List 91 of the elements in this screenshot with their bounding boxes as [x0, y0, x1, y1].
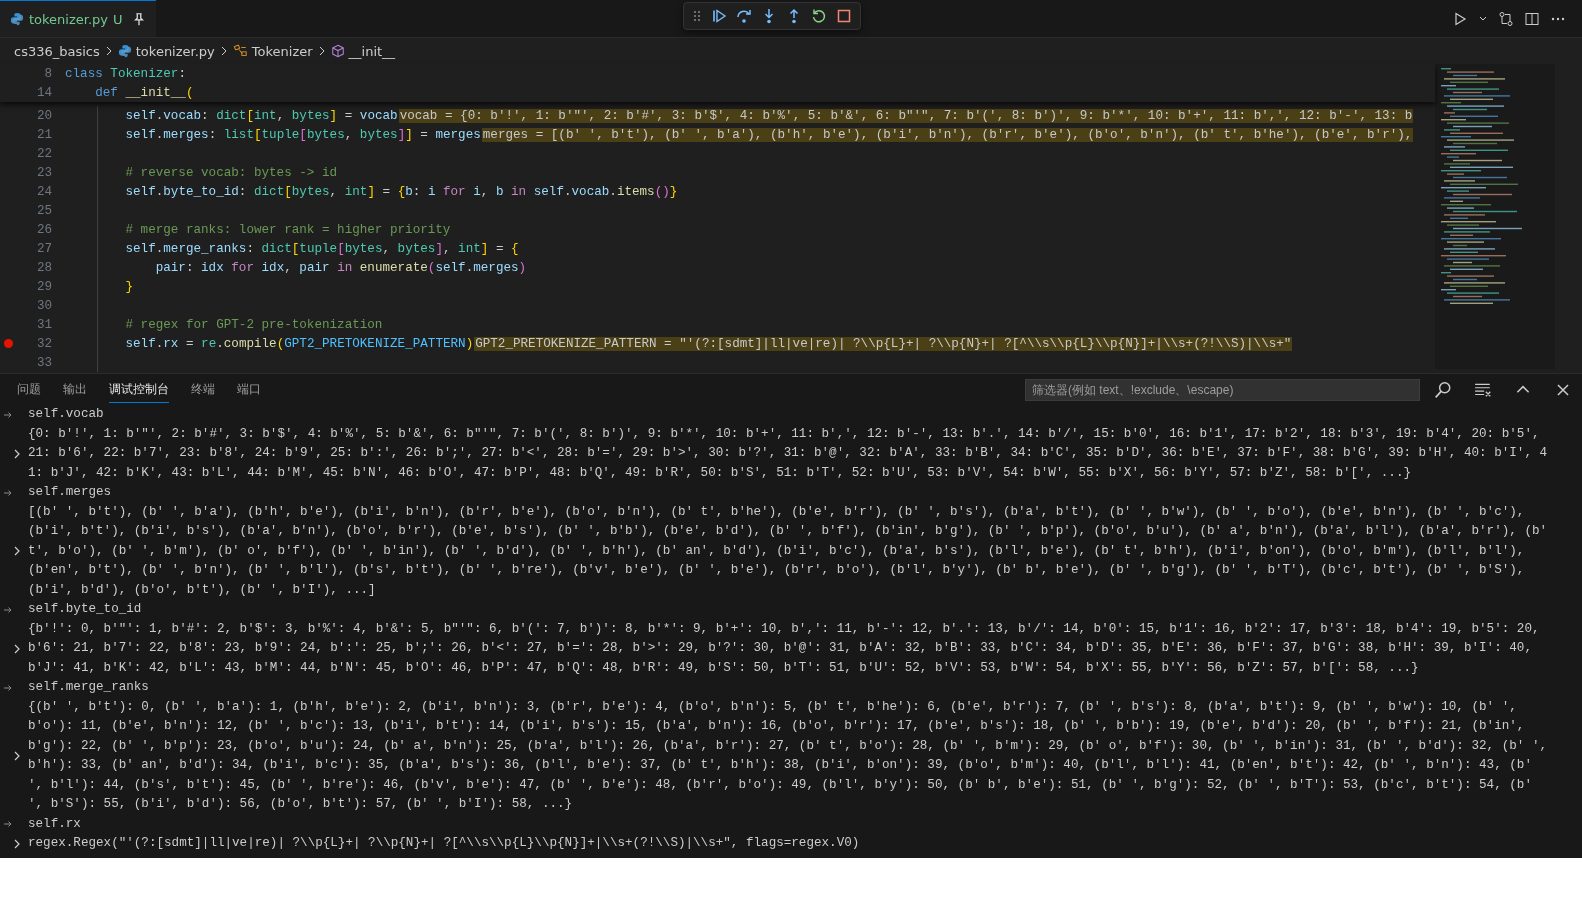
stop-icon[interactable] — [836, 8, 852, 24]
line-number: 29 — [36, 279, 52, 294]
console-output-line: t', b'o'), (b' ', b'm'), (b' o', b'f'), (b' ', b'in'), (b' ', b'd'), (b' ', b'h'), (b' an', b'd'), (b'i', b'c'), (b'a', b's'), (b'l', b'e'), (b' t', b'h'), (b'i', b'on'), (b'o', b'm'), (b'l', b'l'), — [28, 542, 1525, 560]
restart-icon[interactable] — [811, 8, 827, 24]
pin-icon[interactable] — [131, 12, 146, 26]
code-line: self.merges: list[tuple[bytes, bytes]] = merges — [124, 127, 481, 142]
step-over-icon[interactable] — [736, 8, 752, 24]
console-command-text: self.vocab — [28, 406, 104, 423]
chevron-right-icon[interactable] — [12, 837, 22, 850]
cube-icon — [330, 44, 345, 58]
console-output-line: 1: b'J', 42: b'K', 43: b'L', 44: b'M', 45: b'N', 46: b'O', 47: b'P', 48: b'Q', 49: b'R', 50: b'S', 51: b'T', 52: b'U', 53: b'V', 54: b'W', 55: b'X', 56: b'Y', 57: b'Z', 58: b'[', ...} — [28, 464, 1412, 482]
breadcrumb-item[interactable]: __init__ — [348, 43, 396, 59]
code-line: def __init__( — [94, 85, 194, 100]
console-output-line: ', b'l'): 44, (b's', b't'): 45, (b' ', b're'): 46, (b'v', b'e'): 47, (b' ', b'e'): 48, (b'r', b'o'): 49, (b'l', b'y'): 50, (b' b', b'e'): 51, (b' ', b'g'): 52, (b' ', b'T'): 53, (b'c', b't'): 54, (b' — [28, 776, 1532, 794]
breadcrumb-item[interactable]: tokenizer.py — [135, 43, 215, 59]
console-output-line: ', b'S'): 55, (b'i', b'd'): 56, (b'o', b't'): 57, (b' ', b'I'): 58, ...} — [28, 796, 573, 813]
inline-value: GPT2_PRETOKENIZE_PATTERN = "'(?:[sdmt]|ll|ve|re)| ?\\p{L}+| ?\\p{N}+| ?[^\\s\\p{L}\\p{N}]+|\\s+(?!\\S)|\\s+" — [474, 336, 1293, 351]
line-number: 25 — [36, 203, 52, 218]
console-output-line: [(b' ', b't'), (b' ', b'a'), (b'h', b'e'), (b'i', b'n'), (b'r', b'e'), (b'o', b'n'), (b' t', b'he'), (b'e', b'r'), (b' ', b's'), (b'a', b't'), (b' ', b'w'), (b' ', b'o'), (b'e', b'n'), (b' ', b'c'), — [28, 503, 1525, 521]
line-number: 14 — [36, 85, 52, 100]
python-file-icon — [10, 12, 24, 26]
panel-tab[interactable]: 调试控制台 — [109, 376, 169, 403]
console-command-text: self.merges — [28, 484, 112, 501]
console-output-line: 21: b'6', 22: b'7', 23: b'8', 24: b'9', 25: b':', 26: b';', 27: b'<', 28: b'=', 29: b'>', 30: b'?', 31: b'@', 32: b'A', 33: b'B', 34: b'C', 35: b'D', 36: b'E', 37: b'F', 38: b'G', 39: b'H', 40: b'I', 4 — [28, 445, 1548, 462]
console-output-line: b'o'): 11, (b'e', b'n'): 12, (b' ', b'c'): 13, (b'i', b't'): 14, (b'i', b's'): 15, (b'a', b'n'): 16, (b'o', b'r'): 17, (b'e', b's'): 18, (b' ', b'b'): 19, (b'e', b'd'): 20, (b' ', b'f'): 21, (b'in', — [28, 718, 1525, 735]
line-number: 33 — [36, 355, 52, 370]
input-arrow-icon — [3, 604, 13, 615]
inline-value: merges = [(b' ', b't'), (b' ', b'a'), (b'h', b'e'), (b'i', b'n'), (b'r', b'e'), (b'o', b'n'), (b' t', b'he'), (b'e', b'r'), — [481, 127, 1414, 142]
split-editor-icon[interactable] — [1524, 10, 1540, 27]
git-status: U — [113, 11, 123, 27]
input-arrow-icon — [3, 487, 13, 498]
console-output-line: regex.Regex("'(?:[sdmt]|ll|ve|re)| ?\\p{L}+| ?\\p{N}+| ?[^\\s\\p{L}\\p{N}]+|\\s+(?!\\S)|\\s+", flags=regex.V0) — [28, 835, 860, 852]
line-number: 26 — [36, 222, 52, 237]
line-number: 28 — [36, 260, 52, 275]
chevron-right-icon[interactable] — [12, 545, 22, 558]
line-number: 31 — [36, 317, 52, 332]
console-output-line: b'h'): 33, (b' an', b'd'): 34, (b'i', b'c'): 35, (b'a', b's'): 36, (b'l', b'e'): 37, (b' t', b'h'): 38, (b'i', b'on'): 39, (b'o', b'm'): 40, (b'l', b'l'): 41, (b'en', b't'): 42, (b' ', b'n'): 43, (b' — [28, 757, 1532, 774]
tab-label: tokenizer.py — [29, 11, 108, 27]
line-number: 30 — [36, 298, 52, 313]
panel-tab[interactable]: 输出 — [63, 376, 87, 403]
line-number: 23 — [36, 165, 52, 180]
panel-tab[interactable]: 终端 — [191, 376, 215, 403]
code-line: self.byte_to_id: dict[bytes, int] = {b: i for i, b in self.vocab.items()} — [124, 184, 678, 199]
chevron-right-icon[interactable] — [12, 642, 22, 655]
console-command-text: self.rx — [28, 815, 81, 833]
code-line: self.vocab: dict[int, bytes] = vocab — [124, 108, 398, 123]
code-line: self.rx = re.compile(GPT2_PRETOKENIZE_PATTERN) — [124, 336, 474, 351]
line-number: 8 — [44, 66, 52, 81]
input-arrow-icon — [3, 409, 13, 420]
line-number: 22 — [36, 146, 52, 161]
code-line: # merge ranks: lower rank = higher priority — [124, 222, 451, 237]
console-output-line: (b'i', b't'), (b'i', b's'), (b'a', b'n'), (b'o', b'r'), (b'e', b's'), (b' ', b'b'), (b'e', b'd'), (b' ', b'f'), (b'in', b'g'), (b' ', b'p'), (b'o', b'u'), (b' a', b'n'), (b'a', b'l'), (b'a', b'r'), (b' — [28, 523, 1548, 540]
class-symbol-icon — [232, 44, 248, 58]
panel-tab[interactable]: 端口 — [237, 376, 261, 403]
code-line: pair: idx for idx, pair in enumerate(self.merges) — [154, 260, 527, 275]
chevron-right-icon[interactable] — [12, 447, 22, 460]
breakpoint-dot[interactable] — [4, 339, 13, 348]
code-line: # reverse vocab: bytes -> id — [124, 165, 338, 180]
drag-handle-icon[interactable] — [692, 8, 702, 24]
breadcrumb-item[interactable]: cs336_basics — [14, 43, 100, 59]
console-output-line: {b'!': 0, b'"': 1, b'#': 2, b'$': 3, b'%': 4, b'&': 5, b"'": 6, b'(': 7, b')': 8, b'*': 9, b'+': 10, b',': 11, b'-': 12, b'.': 13, b'/': 14, b'0': 15, b'1': 16, b'2': 17, b'3': 18, b'4': 19, b'5': 20, — [28, 620, 1540, 638]
input-arrow-icon — [3, 682, 13, 693]
filter-field[interactable]: 筛选器(例如 text、!exclude、\escape) — [1025, 378, 1420, 401]
console-command-text: self.byte_to_id — [28, 601, 142, 618]
console-output-line: (b'i', b'd'), (b'o', b't'), (b' ', b'I'), ...] — [28, 581, 376, 599]
console-output-line: b'6': 21, b'7': 22, b'8': 23, b'9': 24, b':': 25, b';': 26, b'<': 27, b'=': 28, b'>': 29, b'?': 30, b'@': 31, b'A': 32, b'B': 33, b'C': 34, b'D': 35, b'E': 36, b'F': 37, b'G': 38, b'H': 39, b'I': 40, — [28, 640, 1532, 657]
line-number: 27 — [36, 241, 52, 256]
continue-icon[interactable] — [711, 8, 727, 24]
editor-tab[interactable]: tokenizer.py U — [0, 0, 156, 37]
search-icon[interactable] — [1434, 380, 1452, 399]
line-number: 32 — [36, 336, 52, 351]
console-command-text: self.merge_ranks — [28, 679, 149, 696]
python-file-icon — [117, 44, 132, 58]
breadcrumb-item[interactable]: Tokenizer — [251, 43, 313, 59]
code-line: class Tokenizer: — [65, 66, 186, 81]
console-output-line: (b'en', b't'), (b' ', b'n'), (b' ', b'l'), (b's', b't'), (b' ', b're'), (b'v', b'e'), (b' ', b'e'), (b'r', b'o'), (b'l', b'y'), (b' b', b'e'), (b' ', b'g'), (b' ', b'T'), (b'c', b't'), (b' ', b'S'), — [28, 562, 1525, 579]
chevron-right-icon[interactable] — [12, 750, 22, 762]
compare-changes-icon[interactable] — [1498, 10, 1514, 27]
run-icon[interactable] — [1452, 10, 1468, 27]
line-number: 21 — [36, 127, 52, 142]
console-output-line: {0: b'!', 1: b'"', 2: b'#', 3: b'$', 4: b'%', 5: b'&', 6: b"'", 7: b'(', 8: b')', 9: b'*', 10: b'+', 11: b',', 12: b'-', 13: b'.', 14: b'/', 15: b'0', 16: b'1', 17: b'2', 18: b'3', 19: b'4', 20: b'5', — [28, 425, 1540, 443]
code-line: self.merge_ranks: dict[tuple[bytes, bytes], int] = { — [124, 241, 519, 256]
console-output-line: {(b' ', b't'): 0, (b' ', b'a'): 1, (b'h', b'e'): 2, (b'i', b'n'): 3, (b'r', b'e'): 4, (b'o', b'n'): 5, (b' t', b'he'): 6, (b'e', b'r'): 7, (b' ', b's'): 8, (b'a', b't'): 9, (b' ', b'w'): 10, (b' ', — [28, 698, 1517, 716]
panel-tab[interactable]: 问题 — [17, 376, 41, 403]
code-line: # regex for GPT-2 pre-tokenization — [124, 317, 383, 332]
line-number: 24 — [36, 184, 52, 199]
line-number: 20 — [36, 108, 52, 123]
inline-value: vocab = {0: b'!', 1: b'"', 2: b'#', 3: b'$', 4: b'%', 5: b'&', 6: b"'", 7: b'(', 8: b')', 9: b'*', 10: b'+', 11: b',', 12: b'-', 13: b — [398, 108, 1414, 123]
code-line: } — [124, 279, 134, 294]
console-output-line: b'g'): 22, (b' ', b'p'): 23, (b'o', b'u'): 24, (b' a', b'n'): 25, (b'a', b'l'): 26, (b'a', b'r'): 27, (b' t', b'o'): 28, (b' ', b'm'): 29, (b' o', b'f'): 30, (b' ', b'in'): 31, (b' ', b'd'): 32, (b' ', — [28, 737, 1548, 755]
console-output-line: b'J': 41, b'K': 42, b'L': 43, b'M': 44, b'N': 45, b'O': 46, b'P': 47, b'Q': 48, b'R': 49, b'S': 50, b'T': 51, b'U': 52, b'V': 53, b'W': 54, b'X': 55, b'Y': 56, b'Z': 57, b'[': 58, ...} — [28, 659, 1419, 677]
